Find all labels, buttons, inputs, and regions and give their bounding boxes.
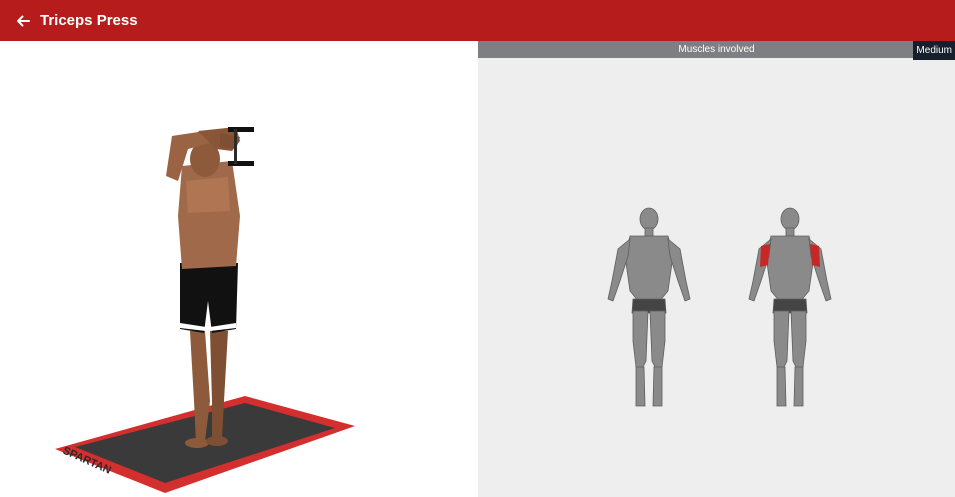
body-back-view [748,207,832,407]
muscles-panel: Muscles involved Medium [478,41,955,497]
athlete-figure [166,127,240,448]
app-window: Triceps Press SPARTAN Muscles involved M… [0,0,955,497]
back-button[interactable] [12,10,34,32]
page-title: Triceps Press [40,12,138,29]
exercise-illustration-panel: SPARTAN [0,41,478,497]
arrow-left-icon [17,15,30,26]
exercise-illustration: SPARTAN [55,127,355,493]
muscle-map [607,207,832,407]
body-front-view [607,207,691,407]
app-bar: Triceps Press [0,0,955,41]
